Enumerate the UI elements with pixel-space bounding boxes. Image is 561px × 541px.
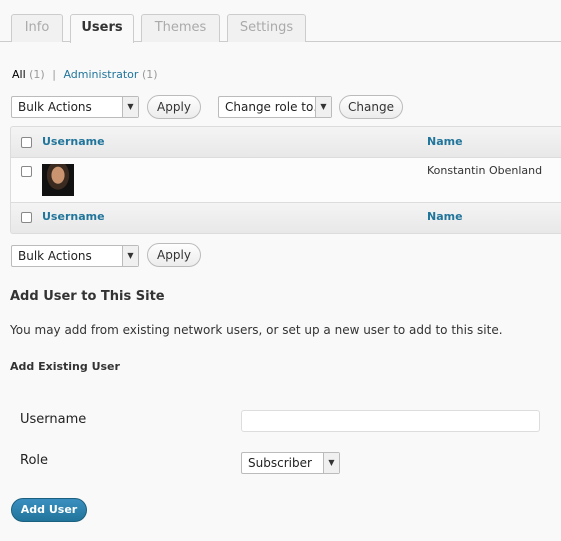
- add-user-description: You may add from existing network users,…: [10, 323, 503, 337]
- select-all-checkbox-top[interactable]: [21, 137, 32, 148]
- add-existing-user-heading: Add Existing User: [10, 360, 120, 373]
- tab-users[interactable]: Users: [70, 14, 134, 43]
- username-input[interactable]: [241, 410, 540, 432]
- bulk-actions-select-top[interactable]: Bulk Actions ▼: [11, 96, 139, 118]
- row-checkbox[interactable]: [21, 166, 32, 177]
- apply-button-bottom[interactable]: Apply: [147, 243, 201, 267]
- role-select-value: Subscriber: [248, 456, 312, 470]
- filter-administrator-count: (1): [141, 68, 158, 81]
- change-role-value: Change role to…: [225, 100, 326, 114]
- column-username-footer[interactable]: Username: [42, 210, 105, 223]
- column-username-header[interactable]: Username: [42, 135, 105, 148]
- column-name-header[interactable]: Name: [427, 135, 463, 148]
- column-name-footer[interactable]: Name: [427, 210, 463, 223]
- select-arrow-icon: ▼: [122, 246, 138, 266]
- select-arrow-icon: ▼: [315, 97, 331, 117]
- filter-all[interactable]: All: [12, 68, 26, 81]
- select-arrow-icon: ▼: [122, 97, 138, 117]
- bulk-actions-select-bottom[interactable]: Bulk Actions ▼: [11, 245, 139, 267]
- tab-info[interactable]: Info: [11, 14, 63, 42]
- user-full-name: Konstantin Obenland: [427, 164, 543, 177]
- bulk-actions-value: Bulk Actions: [18, 100, 92, 114]
- role-select[interactable]: Subscriber ▼: [241, 452, 340, 474]
- role-filter-links: All (1) | Administrator (1): [12, 68, 158, 81]
- select-arrow-icon: ▼: [323, 453, 339, 473]
- add-user-heading: Add User to This Site: [10, 289, 165, 304]
- select-all-checkbox-bottom[interactable]: [21, 212, 32, 223]
- change-role-select[interactable]: Change role to… ▼: [218, 96, 332, 118]
- apply-button-top[interactable]: Apply: [147, 95, 201, 119]
- username-label: Username: [20, 412, 87, 427]
- add-user-button[interactable]: Add User: [11, 498, 87, 522]
- change-role-button[interactable]: Change: [339, 95, 403, 119]
- filter-separator: |: [52, 68, 56, 81]
- tab-settings[interactable]: Settings: [227, 14, 306, 42]
- filter-all-count: (1): [29, 68, 45, 81]
- bulk-actions-value: Bulk Actions: [18, 249, 92, 263]
- role-label: Role: [20, 453, 49, 468]
- avatar: [42, 164, 74, 196]
- filter-administrator[interactable]: Administrator: [63, 68, 138, 81]
- tab-themes[interactable]: Themes: [141, 14, 220, 42]
